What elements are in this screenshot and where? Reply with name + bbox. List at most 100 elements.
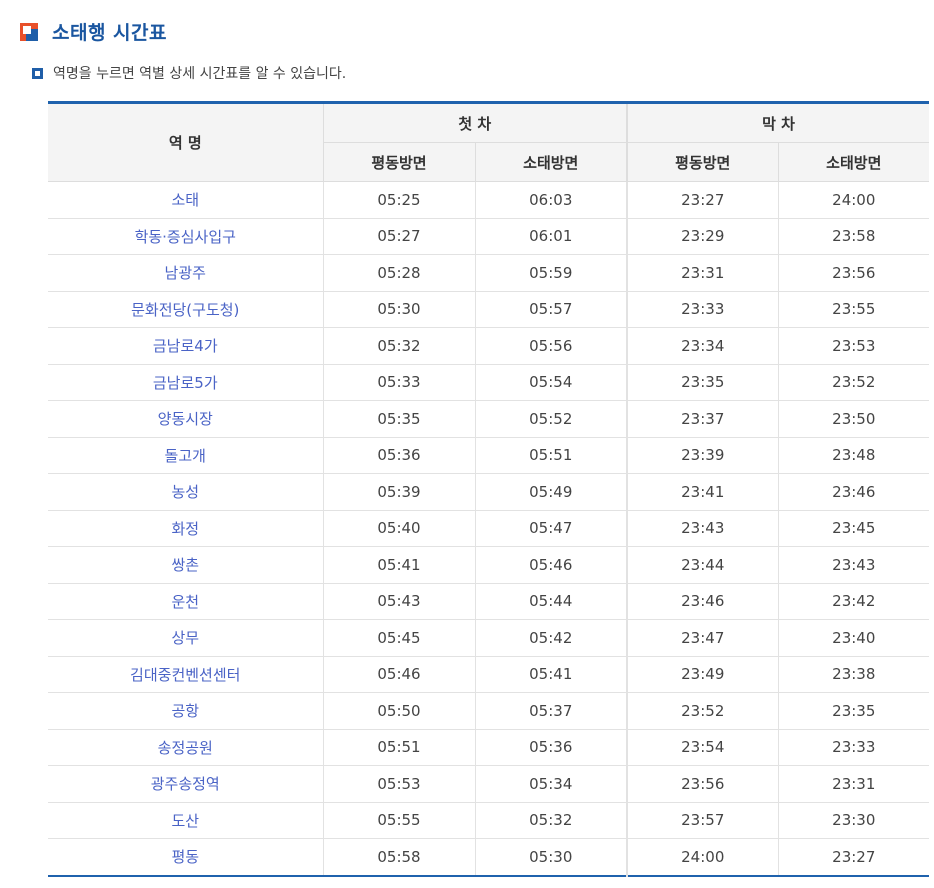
last-sotae-header: 소태방면 [777,142,930,182]
first-sotae-time: 06:01 [474,218,628,255]
last-pyeongdong-time: 23:56 [626,765,779,803]
table-row: 돌고개 05:36 05:51 23:39 23:48 [48,437,930,474]
first-sotae-time: 05:41 [474,656,628,693]
last-sotae-time: 23:55 [777,291,930,328]
last-pyeongdong-time: 23:49 [626,656,779,693]
first-pyeongdong-time: 05:45 [322,619,475,657]
last-sotae-time: 23:38 [777,656,930,693]
station-link[interactable]: 김대중컨벤션센터 [48,656,323,693]
station-link[interactable]: 남광주 [48,254,323,292]
first-sotae-time: 05:59 [474,254,628,292]
last-pyeongdong-time: 23:41 [626,473,779,511]
station-link[interactable]: 공항 [48,692,323,730]
last-sotae-time: 23:35 [777,692,930,730]
last-pyeongdong-time: 23:54 [626,729,779,766]
table-row: 도산 05:55 05:32 23:57 23:30 [48,802,930,839]
first-sotae-time: 05:51 [474,437,628,474]
table-row: 양동시장 05:35 05:52 23:37 23:50 [48,400,930,438]
last-sotae-time: 23:30 [777,802,930,839]
first-sotae-time: 05:54 [474,364,628,401]
first-sotae-time: 05:32 [474,802,628,839]
table-row: 쌍촌 05:41 05:46 23:44 23:43 [48,546,930,584]
station-link[interactable]: 학동·증심사입구 [48,218,323,255]
first-pyeongdong-time: 05:41 [322,546,475,584]
last-sotae-time: 23:52 [777,364,930,401]
first-pyeongdong-time: 05:28 [322,254,475,292]
table-row: 학동·증심사입구 05:27 06:01 23:29 23:58 [48,218,930,255]
notice-text: 역명을 누르면 역별 상세 시간표를 알 수 있습니다. [53,66,347,82]
last-sotae-time: 23:58 [777,218,930,255]
first-pyeongdong-time: 05:43 [322,583,475,620]
station-link[interactable]: 광주송정역 [48,765,323,803]
notice: 역명을 누르면 역별 상세 시간표를 알 수 있습니다. [32,63,346,83]
station-link[interactable]: 소태 [48,181,323,219]
first-sotae-time: 05:44 [474,583,628,620]
last-pyeongdong-time: 23:57 [626,802,779,839]
first-pyeongdong-time: 05:53 [322,765,475,803]
station-link[interactable]: 문화전당(구도청) [48,291,323,328]
last-pyeongdong-time: 23:47 [626,619,779,657]
first-pyeongdong-time: 05:27 [322,218,475,255]
first-sotae-time: 05:52 [474,400,628,438]
last-sotae-time: 23:43 [777,546,930,584]
first-pyeongdong-time: 05:40 [322,510,475,547]
station-link[interactable]: 양동시장 [48,400,323,438]
last-train-header: 막 차 [626,102,930,143]
table-row: 운천 05:43 05:44 23:46 23:42 [48,583,930,620]
last-pyeongdong-time: 23:29 [626,218,779,255]
station-link[interactable]: 상무 [48,619,323,657]
station-link[interactable]: 화정 [48,510,323,547]
last-sotae-time: 23:50 [777,400,930,438]
last-pyeongdong-time: 23:46 [626,583,779,620]
last-pyeongdong-time: 23:33 [626,291,779,328]
station-link[interactable]: 도산 [48,802,323,839]
station-link[interactable]: 금남로5가 [48,364,323,401]
table-row: 상무 05:45 05:42 23:47 23:40 [48,619,930,657]
table-row: 금남로4가 05:32 05:56 23:34 23:53 [48,327,930,365]
last-sotae-time: 23:33 [777,729,930,766]
last-sotae-time: 23:40 [777,619,930,657]
last-pyeongdong-time: 23:43 [626,510,779,547]
first-pyeongdong-time: 05:39 [322,473,475,511]
last-pyeongdong-time: 23:34 [626,327,779,365]
station-link[interactable]: 농성 [48,473,323,511]
last-sotae-time: 23:48 [777,437,930,474]
page-title: 소태행 시간표 [52,22,167,44]
last-sotae-time: 23:27 [777,838,930,876]
first-pyeongdong-time: 05:30 [322,291,475,328]
last-sotae-time: 23:45 [777,510,930,547]
station-link[interactable]: 운천 [48,583,323,620]
first-sotae-time: 05:46 [474,546,628,584]
first-pyeongdong-time: 05:50 [322,692,475,730]
last-sotae-time: 23:42 [777,583,930,620]
first-sotae-time: 05:36 [474,729,628,766]
table-row: 남광주 05:28 05:59 23:31 23:56 [48,254,930,292]
first-sotae-time: 05:47 [474,510,628,547]
station-link[interactable]: 송정공원 [48,729,323,766]
first-sotae-time: 05:37 [474,692,628,730]
first-pyeongdong-time: 05:51 [322,729,475,766]
first-sotae-time: 05:30 [474,838,628,876]
table-row: 광주송정역 05:53 05:34 23:56 23:31 [48,765,930,803]
last-pyeongdong-time: 23:39 [626,437,779,474]
last-sotae-time: 23:53 [777,327,930,365]
first-sotae-time: 05:42 [474,619,628,657]
first-pyeongdong-time: 05:25 [322,181,475,219]
first-sotae-header: 소태방면 [474,142,628,182]
last-pyeongdong-time: 23:31 [626,254,779,292]
station-link[interactable]: 돌고개 [48,437,323,474]
last-pyeongdong-time: 23:52 [626,692,779,730]
station-link[interactable]: 쌍촌 [48,546,323,584]
first-pyeongdong-time: 05:55 [322,802,475,839]
station-link[interactable]: 금남로4가 [48,327,323,365]
first-sotae-time: 05:56 [474,327,628,365]
table-row: 김대중컨벤션센터 05:46 05:41 23:49 23:38 [48,656,930,693]
last-sotae-time: 23:31 [777,765,930,803]
bullet-square-icon [32,67,43,79]
last-pyeongdong-time: 23:37 [626,400,779,438]
timetable: 역 명 첫 차 막 차 평동방면 소태방면 평동방면 소태방면 소태 05:25… [48,101,930,877]
table-row: 문화전당(구도청) 05:30 05:57 23:33 23:55 [48,291,930,328]
first-sotae-time: 06:03 [474,181,628,219]
station-link[interactable]: 평동 [48,839,323,876]
first-pyeongdong-header: 평동방면 [322,142,475,182]
